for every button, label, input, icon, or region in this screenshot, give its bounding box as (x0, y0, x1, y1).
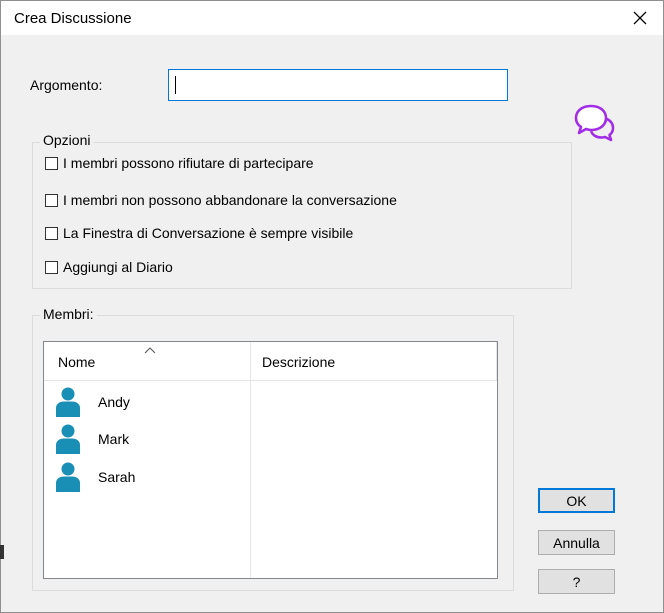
option-add-diary-label: Aggiungi al Diario (63, 259, 173, 275)
column-divider-end[interactable] (496, 342, 497, 380)
title-bar: Crea Discussione (1, 1, 663, 35)
close-icon (633, 11, 647, 25)
option-add-diary-checkbox-row[interactable]: Aggiungi al Diario (45, 259, 173, 275)
list-item[interactable]: Sarah (54, 462, 135, 492)
option-always-visible-label: La Finestra di Conversazione è sempre vi… (63, 225, 354, 241)
members-list[interactable]: Nome Descrizione Andy Mark Sarah (43, 341, 498, 579)
close-button[interactable] (617, 1, 663, 35)
list-item[interactable]: Mark (54, 424, 129, 454)
option-always-visible-checkbox-row[interactable]: La Finestra di Conversazione è sempre vi… (45, 225, 353, 241)
user-icon (56, 387, 80, 417)
create-discussion-dialog: Crea Discussione Argomento: Opzioni I me… (0, 0, 664, 613)
sort-ascending-icon (144, 341, 156, 357)
members-list-header: Nome Descrizione (44, 342, 497, 381)
column-header-name[interactable]: Nome (58, 354, 95, 370)
subject-input[interactable] (168, 69, 508, 101)
option-always-visible-checkbox[interactable] (45, 226, 58, 240)
user-icon (56, 462, 80, 492)
user-icon (56, 424, 80, 454)
options-legend: Opzioni (40, 132, 94, 148)
column-header-description[interactable]: Descrizione (262, 354, 335, 370)
help-button[interactable]: ? (538, 569, 615, 594)
option-add-diary-checkbox[interactable] (45, 260, 58, 274)
option-no-leave-checkbox-row[interactable]: I membri non possono abbandonare la conv… (45, 192, 397, 208)
ok-button[interactable]: OK (538, 488, 615, 513)
dialog-title: Crea Discussione (14, 10, 132, 27)
option-decline-checkbox-row[interactable]: I membri possono rifiutare di partecipar… (45, 155, 314, 171)
chat-icon (572, 101, 618, 150)
option-no-leave-checkbox[interactable] (45, 193, 58, 207)
member-name: Andy (98, 394, 130, 410)
option-no-leave-label: I membri non possono abbandonare la conv… (63, 192, 397, 208)
cancel-button[interactable]: Annulla (538, 530, 615, 555)
option-decline-label: I membri possono rifiutare di partecipar… (63, 155, 314, 171)
member-name: Mark (98, 431, 130, 447)
subject-label: Argomento: (30, 77, 103, 93)
list-item[interactable]: Andy (54, 387, 130, 417)
members-legend: Membri: (40, 306, 97, 322)
option-decline-checkbox[interactable] (45, 156, 58, 170)
window-edge-mark (0, 545, 4, 559)
column-divider[interactable] (250, 342, 251, 578)
member-name: Sarah (98, 469, 136, 485)
text-caret (175, 76, 176, 94)
